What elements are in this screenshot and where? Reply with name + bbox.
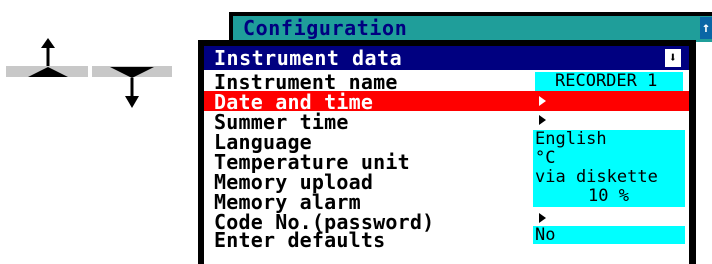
memory-upload-value: via diskette xyxy=(535,167,658,187)
menu-item-language[interactable]: Language xyxy=(214,132,312,152)
menu-item-temperature-unit[interactable]: Temperature unit xyxy=(214,152,410,172)
menu-item-instrument-name[interactable]: Instrument name xyxy=(214,72,398,92)
temperature-unit-value: °C xyxy=(535,148,556,168)
down-arrow-icon xyxy=(110,67,154,108)
language-value: English xyxy=(535,129,607,149)
password-submenu-icon xyxy=(539,213,546,223)
summer-time-submenu-icon xyxy=(539,115,546,125)
menu-item-summer-time[interactable]: Summer time xyxy=(214,112,349,132)
configuration-up-icon[interactable]: ↑ xyxy=(700,17,712,39)
menu-item-memory-alarm[interactable]: Memory alarm xyxy=(214,192,361,212)
menu-item-memory-upload[interactable]: Memory upload xyxy=(214,172,373,192)
configuration-title: Configuration xyxy=(243,16,408,40)
menu-item-enter-defaults[interactable]: Enter defaults xyxy=(214,230,385,250)
memory-alarm-value: 10 % xyxy=(588,186,629,206)
instrument-data-title: Instrument data xyxy=(214,46,403,70)
up-arrow-icon xyxy=(28,38,68,77)
menu-item-date-and-time[interactable]: Date and time xyxy=(214,92,373,112)
scroll-down-icon[interactable]: ⬇ xyxy=(665,49,681,67)
enter-defaults-value-box[interactable] xyxy=(533,226,685,244)
instrument-name-value: RECORDER 1 xyxy=(555,71,658,91)
enter-defaults-value: No xyxy=(535,225,556,245)
date-time-submenu-icon xyxy=(539,96,546,106)
